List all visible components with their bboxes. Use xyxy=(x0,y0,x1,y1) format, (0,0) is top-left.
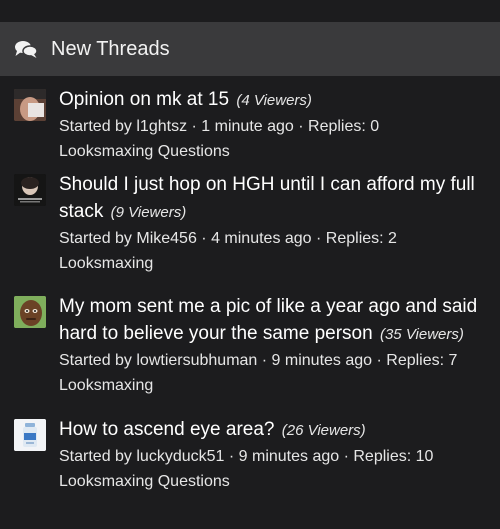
forum-link[interactable]: Looksmaxing Questions xyxy=(59,470,486,494)
viewers-count: (9 Viewers) xyxy=(110,204,187,221)
thread-item[interactable]: Opinion on mk at 15 (4 Viewers) Started … xyxy=(0,86,500,171)
thread-meta[interactable]: Started by Mike456 · 4 minutes ago · Rep… xyxy=(59,226,486,252)
section-title: New Threads xyxy=(51,37,170,60)
thread-item[interactable]: How to ascend eye area? (26 Viewers) Sta… xyxy=(0,416,500,501)
top-strip xyxy=(0,0,500,22)
thread-title-text[interactable]: How to ascend eye area? xyxy=(59,419,274,440)
comments-icon xyxy=(14,37,38,61)
thread-meta[interactable]: Started by lowtiersubhuman · 9 minutes a… xyxy=(59,348,486,374)
thread-meta[interactable]: Started by luckyduck51 · 9 minutes ago ·… xyxy=(59,444,486,470)
thread-title-text[interactable]: Opinion on mk at 15 xyxy=(59,89,229,110)
thread-item[interactable]: Should I just hop on HGH until I can aff… xyxy=(0,171,500,293)
thread-title[interactable]: My mom sent me a pic of like a year ago … xyxy=(59,293,486,348)
user-avatar[interactable] xyxy=(14,419,46,451)
thread-title[interactable]: How to ascend eye area? (26 Viewers) xyxy=(59,416,486,444)
thread-item[interactable]: My mom sent me a pic of like a year ago … xyxy=(0,293,500,416)
thread-meta[interactable]: Started by l1ghtsz · 1 minute ago · Repl… xyxy=(59,114,486,140)
viewers-count: (26 Viewers) xyxy=(281,422,366,439)
thread-title[interactable]: Opinion on mk at 15 (4 Viewers) xyxy=(59,86,486,114)
viewers-count: (4 Viewers) xyxy=(236,92,312,109)
thread-title[interactable]: Should I just hop on HGH until I can aff… xyxy=(59,171,486,226)
forum-link[interactable]: Looksmaxing xyxy=(59,374,486,398)
user-avatar[interactable] xyxy=(14,89,46,121)
thread-list: Opinion on mk at 15 (4 Viewers) Started … xyxy=(0,76,500,501)
forum-link[interactable]: Looksmaxing xyxy=(59,252,486,276)
forum-link[interactable]: Looksmaxing Questions xyxy=(59,140,486,164)
user-avatar[interactable] xyxy=(14,296,46,328)
viewers-count: (35 Viewers) xyxy=(379,326,464,343)
user-avatar[interactable] xyxy=(14,174,46,206)
section-header: New Threads xyxy=(0,22,500,76)
